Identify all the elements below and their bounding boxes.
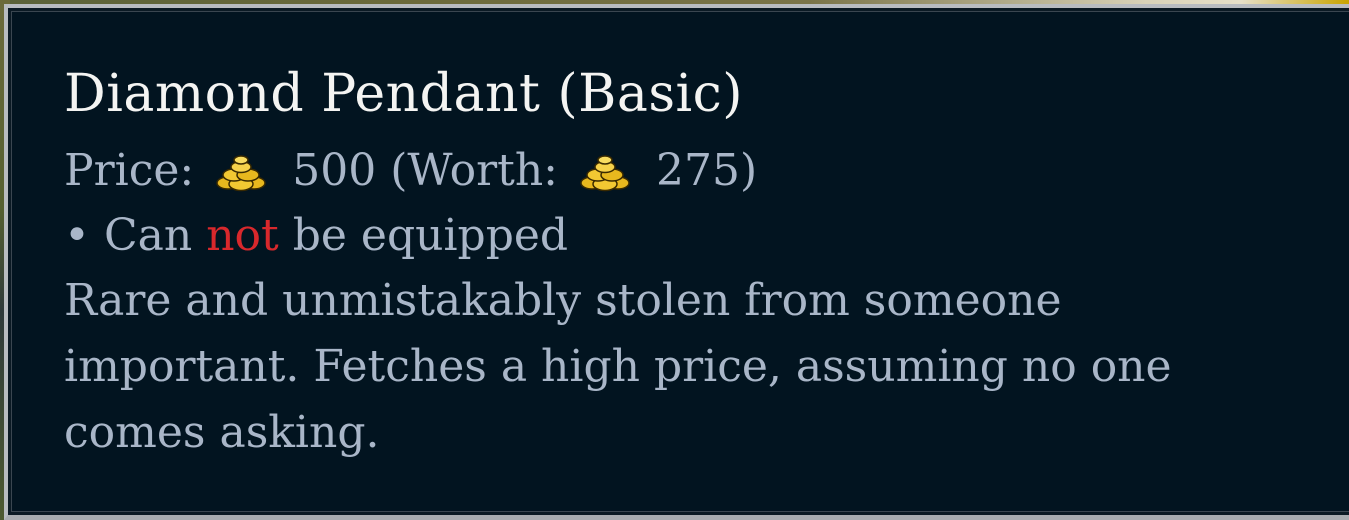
item-description: Rare and unmistakably stolen from someon… bbox=[64, 275, 1172, 458]
item-title: Diamond Pendant (Basic) bbox=[64, 64, 744, 124]
item-tooltip: Diamond Pendant (Basic) Price: 500 (Wort… bbox=[4, 4, 1349, 520]
equip-negation: not bbox=[206, 210, 279, 261]
worth-label: (Worth: bbox=[390, 145, 558, 196]
equip-prefix: Can bbox=[103, 210, 193, 261]
gold-coins-icon bbox=[580, 155, 630, 192]
worth-value: 275) bbox=[655, 145, 758, 196]
gold-coins-icon bbox=[216, 155, 266, 192]
price-value: 500 bbox=[292, 145, 377, 196]
price-label: Price: bbox=[64, 145, 195, 196]
equip-suffix: be equipped bbox=[292, 210, 569, 261]
tooltip-content: Diamond Pendant (Basic) Price: 500 (Wort… bbox=[64, 50, 1313, 466]
equip-line: • Can not be equipped bbox=[64, 203, 1313, 268]
price-line: Price: 500 (Worth: 275) bbox=[64, 138, 1313, 203]
bullet: • bbox=[64, 210, 90, 261]
